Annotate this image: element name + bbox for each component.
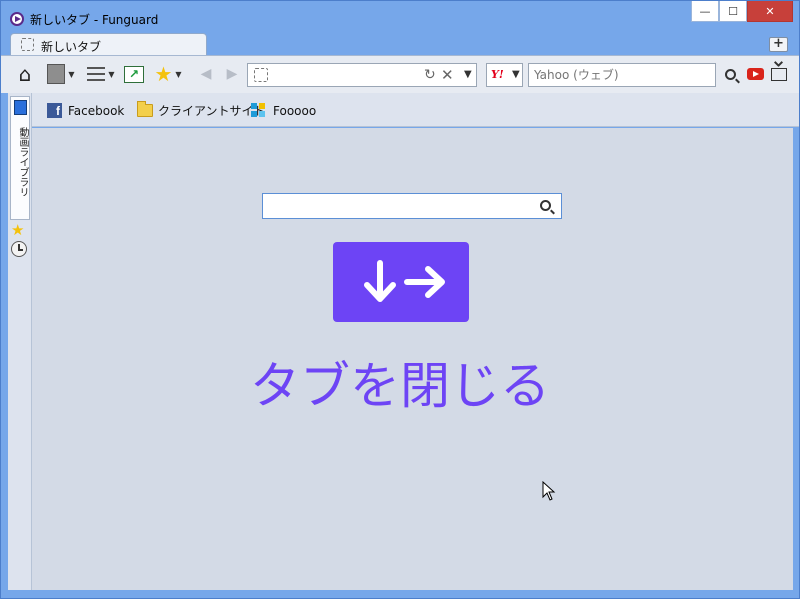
mouse-cursor-icon xyxy=(542,481,556,501)
new-tab-button[interactable]: + xyxy=(769,37,788,52)
tv-icon xyxy=(771,67,787,81)
blank-page-icon xyxy=(254,68,268,82)
forward-button[interactable]: ▶ xyxy=(224,64,240,84)
new-tab-page: タブを閉じる xyxy=(32,128,793,590)
chevron-down-icon: ▼ xyxy=(512,69,520,80)
minimize-button[interactable]: — xyxy=(691,1,719,22)
search-button[interactable] xyxy=(723,64,737,84)
bookmark-menu-button[interactable]: ★ ▼ xyxy=(152,62,184,86)
history-clock-icon[interactable] xyxy=(11,241,27,257)
film-icon xyxy=(47,64,66,84)
window-controls: — ☐ ✕ xyxy=(691,1,793,22)
export-icon: ↗ xyxy=(124,65,144,83)
search-icon[interactable] xyxy=(540,200,551,211)
video-library-label: 動画ライブラリ xyxy=(17,127,28,197)
star-icon: ★ xyxy=(154,62,173,86)
chevron-down-icon: ▼ xyxy=(175,69,182,79)
search-engine-select[interactable]: Y! ▼ xyxy=(486,63,523,87)
bookmark-facebook[interactable]: f Facebook xyxy=(47,102,124,119)
youtube-icon xyxy=(746,68,764,80)
arrow-down-icon xyxy=(364,260,396,302)
bookmark-folder-client-side[interactable]: クライアントサイド xyxy=(137,101,266,119)
hamburger-icon xyxy=(87,67,106,81)
bookmarks-bar: f Facebook クライアントサイド Fooooo xyxy=(32,93,799,127)
blank-page-icon xyxy=(21,38,34,51)
funguard-app-icon xyxy=(10,12,24,26)
chevron-down-icon[interactable]: ▼ xyxy=(464,69,472,80)
film-icon xyxy=(14,100,27,115)
main-menu-button[interactable]: ▼ xyxy=(86,64,116,84)
browser-window: 新しいタブ - Funguard — ☐ ✕ 新しいタブ + ⌂ ▼ ▼ ↗ ★… xyxy=(0,0,800,599)
toolbar-search-input[interactable] xyxy=(528,63,716,87)
yahoo-logo-icon: Y! xyxy=(491,68,504,81)
favorites-star-icon[interactable]: ★ xyxy=(11,222,24,238)
back-button[interactable]: ◀ xyxy=(198,64,214,84)
bookmark-label: クライアントサイド xyxy=(158,104,266,118)
close-tab-button[interactable] xyxy=(333,242,469,322)
facebook-icon: f xyxy=(47,103,62,118)
tab-label: 新しいタブ xyxy=(41,40,102,54)
bookmark-label: Fooooo xyxy=(273,103,317,118)
close-window-button[interactable]: ✕ xyxy=(747,1,793,22)
reload-icon[interactable]: ↻ xyxy=(424,67,436,83)
side-panel: 動画ライブラリ ★ xyxy=(8,93,32,590)
tab-new-tab[interactable]: 新しいタブ xyxy=(10,33,207,55)
page-search-box[interactable] xyxy=(262,193,562,219)
folder-icon xyxy=(137,101,153,117)
youtube-button[interactable] xyxy=(746,64,764,84)
bookmark-label: Facebook xyxy=(68,103,125,118)
arrow-right-icon xyxy=(404,266,445,298)
window-title: 新しいタブ - Funguard xyxy=(30,13,159,27)
toolbar: ⌂ ▼ ▼ ↗ ★ ▼ ◀ ▶ ↻ ✕ ▼ Y! ▼ xyxy=(1,55,799,93)
film-menu-button[interactable]: ▼ xyxy=(46,64,76,84)
close-tab-label[interactable]: タブを閉じる xyxy=(32,346,768,418)
fooooo-icon xyxy=(251,102,267,119)
tv-button[interactable] xyxy=(770,64,788,84)
export-button[interactable]: ↗ xyxy=(123,64,145,84)
search-icon xyxy=(724,68,736,80)
title-bar: 新しいタブ - Funguard — ☐ ✕ xyxy=(1,1,799,33)
address-bar[interactable]: ↻ ✕ ▼ xyxy=(247,63,477,87)
maximize-button[interactable]: ☐ xyxy=(719,1,747,22)
chevron-down-icon: ▼ xyxy=(68,69,75,79)
bookmark-fooooo[interactable]: Fooooo xyxy=(251,102,316,119)
video-library-tab[interactable]: 動画ライブラリ xyxy=(10,96,30,220)
home-icon[interactable]: ⌂ xyxy=(14,62,36,86)
chevron-down-icon: ▼ xyxy=(108,69,115,79)
stop-icon[interactable]: ✕ xyxy=(441,66,454,84)
